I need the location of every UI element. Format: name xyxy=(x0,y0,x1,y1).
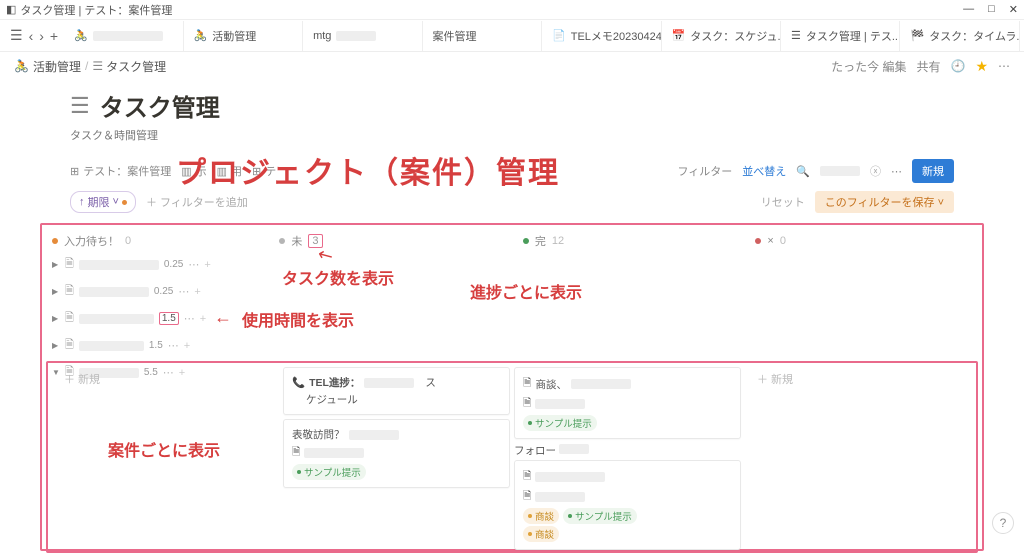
new-tab-icon[interactable]: + xyxy=(50,28,58,44)
column-head-3[interactable]: ×0 xyxy=(755,231,972,251)
annotation-by-progress: 進捗ごとに表示 xyxy=(470,279,582,303)
forward-icon[interactable]: › xyxy=(39,28,44,44)
tab-3[interactable]: 案件管理 xyxy=(425,21,542,51)
tab-6[interactable]: ☰タスク管理 | テス... xyxy=(783,21,900,51)
save-filter-button[interactable]: このフィルターを保存 ˅ xyxy=(815,191,954,213)
task-card[interactable]: 🗎商談、 🗎 サンプル提示 xyxy=(514,367,741,439)
task-card[interactable]: 🗎 🗎 商談 サンプル提示 商談 xyxy=(514,460,741,550)
doc-icon: 🗎 xyxy=(292,444,300,462)
tab-5[interactable]: 📅タスク：スケジュ... xyxy=(664,21,781,51)
list-item[interactable]: ▶🗎0.25⋯+ xyxy=(52,251,507,278)
nav-controls: ☰ ‹ › + xyxy=(4,27,64,44)
tag-sample: サンプル提示 xyxy=(292,464,366,480)
doc-icon: 🗎 xyxy=(65,255,74,274)
add-filter[interactable]: ＋ フィルターを追加 xyxy=(146,194,248,210)
tab-0[interactable]: 🚴 xyxy=(66,21,183,51)
edited-time: たった今 編集 xyxy=(831,58,906,75)
close-icon[interactable]: ✕ xyxy=(1009,3,1018,16)
new-button[interactable]: 新規 xyxy=(912,159,954,183)
tab-1[interactable]: 🚴活動管理 xyxy=(186,21,303,51)
more-views-icon[interactable]: ⋯ xyxy=(891,165,902,178)
sort-button[interactable]: 並べ替え xyxy=(742,163,786,179)
clear-icon[interactable]: ⓧ xyxy=(870,163,881,179)
annotation-by-project: 案件ごとに表示 xyxy=(108,437,220,461)
arrow-icon: ← xyxy=(214,307,232,328)
breadcrumb-current[interactable]: タスク管理 xyxy=(106,58,166,75)
list-item[interactable]: ▶🗎1.5⋯+ xyxy=(52,332,507,359)
task-card[interactable]: 表敬訪問？ 🗎 サンプル提示 xyxy=(283,419,510,488)
column-head-1[interactable]: 未3 xyxy=(279,231,506,251)
new-item[interactable]: ＋ 新規 xyxy=(52,367,279,391)
clock-icon[interactable]: 🕘 xyxy=(950,59,965,73)
search-icon[interactable]: 🔍 xyxy=(796,165,810,178)
table-icon: ⊞ xyxy=(70,165,79,178)
menu-icon[interactable]: ☰ xyxy=(10,27,23,44)
tab-2[interactable]: mtg xyxy=(305,21,422,51)
breadcrumb-parent[interactable]: 活動管理 xyxy=(33,58,81,75)
doc-icon: 🗎 xyxy=(523,375,531,393)
annotation-task-count: タスク数を表示 xyxy=(282,265,394,289)
kanban-board: 入力待ち！0 未3 ▶🗎0.25⋯+ ▶🗎0.25⋯+ ▶🗎1.5⋯+ ▶🗎1.… xyxy=(40,223,984,551)
view-tab-1[interactable]: ⊞テスト：案件管理 xyxy=(70,163,171,179)
column-head-0[interactable]: 入力待ち！0 xyxy=(52,231,279,251)
maximize-icon[interactable]: □ xyxy=(988,3,995,16)
filter-bar: ↑ 期限 ˅ ＋ フィルターを追加 リセット このフィルターを保存 ˅ xyxy=(70,191,954,213)
filter-chip-due[interactable]: ↑ 期限 ˅ xyxy=(70,191,136,213)
phone-icon: 📞 xyxy=(292,376,305,389)
breadcrumb-icon: 🚴 xyxy=(14,59,29,73)
app-icon: ◧ xyxy=(6,3,16,16)
more-icon[interactable]: ⋯ xyxy=(998,59,1010,73)
back-icon[interactable]: ‹ xyxy=(29,28,34,44)
filter-button[interactable]: フィルター xyxy=(678,163,733,179)
list-icon: ☰ xyxy=(70,93,90,119)
share-button[interactable]: 共有 xyxy=(916,58,940,75)
annotation-time-used: 使用時間を表示 xyxy=(242,307,354,331)
tab-7[interactable]: 🏁タスク：タイムラ... xyxy=(902,21,1019,51)
task-card[interactable]: 📞TEL進捗： ス ケジュール xyxy=(283,367,510,415)
annotation-main-title: プロジェクト（案件）管理 xyxy=(176,148,560,192)
window-titlebar: ◧ タスク管理 | テスト：案件管理 — □ ✕ xyxy=(0,0,1024,20)
page-subtitle: タスク＆時間管理 xyxy=(70,127,954,143)
help-button[interactable]: ? xyxy=(992,512,1014,534)
tab-bar: ☰ ‹ › + 🚴 🚴活動管理 mtg 案件管理 📄TELメモ20230424-… xyxy=(0,20,1024,52)
new-item[interactable]: ＋ 新規 xyxy=(745,367,972,391)
window-title: タスク管理 | テスト：案件管理 xyxy=(20,2,172,18)
list-item[interactable]: ▶🗎0.25⋯+ xyxy=(52,278,507,305)
tab-4[interactable]: 📄TELメモ20230424- xyxy=(544,21,661,51)
page-title: タスク管理 xyxy=(100,88,220,123)
column-head-2[interactable]: 完12 xyxy=(523,231,740,251)
breadcrumb: 🚴 活動管理 / ☰ タスク管理 たった今 編集 共有 🕘 ★ ⋯ xyxy=(0,52,1024,80)
reset-button[interactable]: リセット xyxy=(761,194,805,210)
minimize-icon[interactable]: — xyxy=(963,3,974,16)
star-icon[interactable]: ★ xyxy=(975,58,988,75)
blurred-text xyxy=(93,31,163,41)
